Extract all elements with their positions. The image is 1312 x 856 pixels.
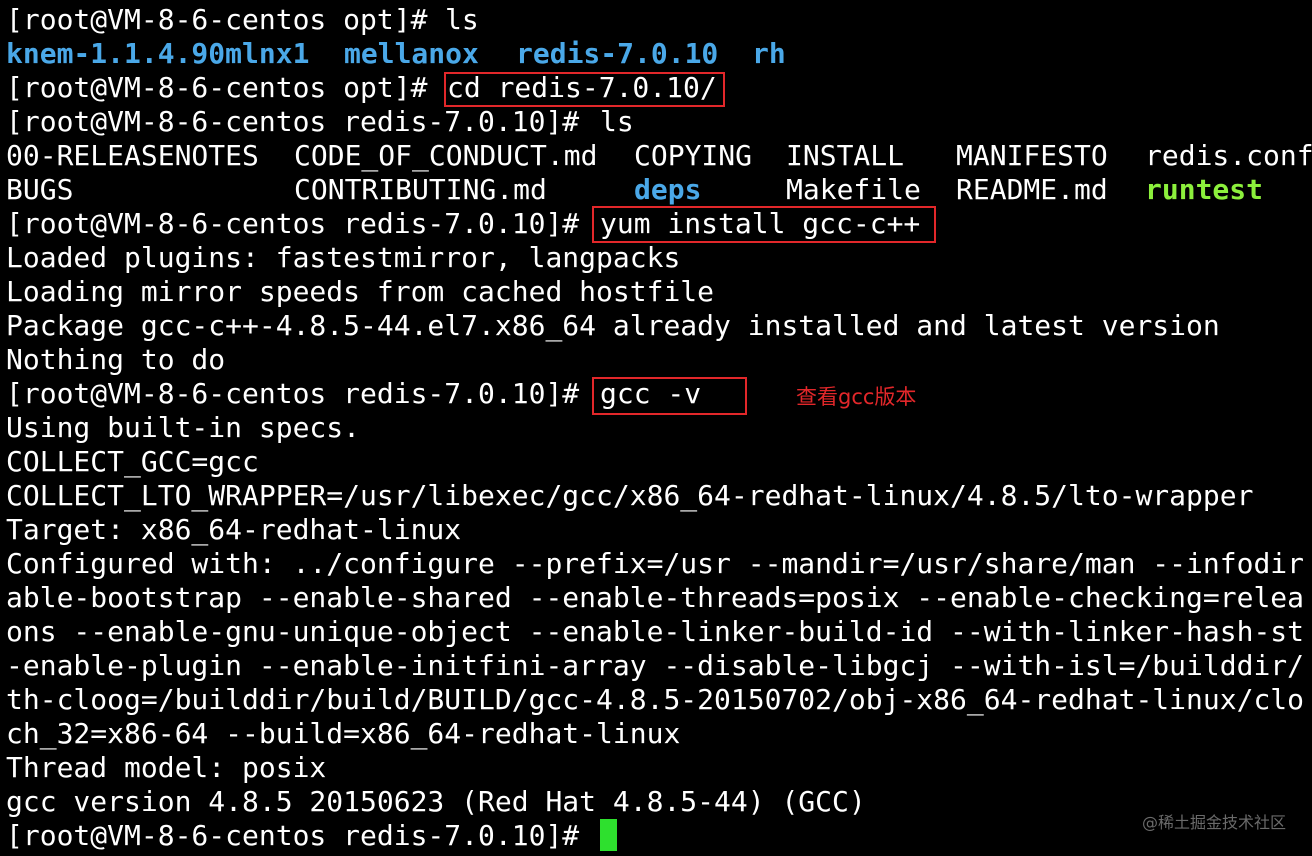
highlight-box-yum bbox=[592, 206, 936, 243]
output-line: Thread model: posix bbox=[6, 751, 327, 784]
output-line: ons --enable-gnu-unique-object --enable-… bbox=[6, 615, 1305, 648]
output-line: Package gcc-c++-4.8.5-44.el7.x86_64 alre… bbox=[6, 309, 1220, 342]
output-line: Loaded plugins: fastestmirror, langpacks bbox=[6, 241, 681, 274]
shell-prompt: [root@VM-8-6-centos redis-7.0.10]# bbox=[6, 819, 597, 852]
shell-prompt: [root@VM-8-6-centos redis-7.0.10]# bbox=[6, 105, 597, 138]
file-entry: COPYING bbox=[634, 139, 753, 172]
file-entry: Makefile bbox=[786, 173, 921, 206]
directory-entry: mellanox bbox=[344, 37, 479, 70]
output-line: ch_32=x86-64 --build=x86_64-redhat-linux bbox=[6, 717, 681, 750]
terminal-line: 00-RELEASENOTES CODE_OF_CONDUCT.md COPYI… bbox=[6, 139, 1312, 173]
directory-entry: redis-7.0.10 bbox=[516, 37, 719, 70]
terminal-line: BUGS CONTRIBUTING.md deps Makefile READM… bbox=[6, 173, 1263, 207]
terminal-line: [root@VM-8-6-centos opt]# ls bbox=[6, 3, 479, 37]
terminal-line: [root@VM-8-6-centos opt]# cd redis-7.0.1… bbox=[6, 71, 717, 105]
output-line: Using built-in specs. bbox=[6, 411, 361, 444]
shell-prompt: [root@VM-8-6-centos opt]# bbox=[6, 3, 445, 36]
file-entry: CONTRIBUTING.md bbox=[294, 173, 547, 206]
highlight-box-gcc bbox=[592, 377, 747, 415]
command-text: ls bbox=[445, 3, 479, 36]
terminal-line: [root@VM-8-6-centos redis-7.0.10]# gcc -… bbox=[6, 377, 701, 411]
output-line: Loading mirror speeds from cached hostfi… bbox=[6, 275, 715, 308]
output-line: Configured with: ../configure --prefix=/… bbox=[6, 547, 1305, 580]
shell-prompt: [root@VM-8-6-centos redis-7.0.10]# bbox=[6, 377, 597, 410]
file-entry: BUGS bbox=[6, 173, 74, 206]
text-cursor[interactable] bbox=[600, 819, 617, 851]
file-entry: README.md bbox=[956, 173, 1108, 206]
file-entry: MANIFESTO bbox=[956, 139, 1108, 172]
highlight-box-cd bbox=[444, 72, 725, 107]
output-line: gcc version 4.8.5 20150623 (Red Hat 4.8.… bbox=[6, 785, 866, 818]
shell-prompt: [root@VM-8-6-centos opt]# bbox=[6, 71, 445, 104]
terminal-line: knem-1.1.4.90mlnx1 mellanox redis-7.0.10… bbox=[6, 37, 786, 71]
file-entry: 00-RELEASENOTES bbox=[6, 139, 259, 172]
directory-entry: knem-1.1.4.90mlnx1 bbox=[6, 37, 310, 70]
output-line: COLLECT_GCC=gcc bbox=[6, 445, 259, 478]
directory-entry: deps bbox=[634, 173, 702, 206]
output-line: -enable-plugin --enable-initfini-array -… bbox=[6, 649, 1305, 682]
terminal-line: [root@VM-8-6-centos redis-7.0.10]# ls bbox=[6, 105, 634, 139]
file-entry: INSTALL bbox=[786, 139, 905, 172]
executable-entry: runtest bbox=[1145, 173, 1264, 206]
terminal-window[interactable]: [root@VM-8-6-centos opt]# ls knem-1.1.4.… bbox=[0, 0, 1312, 856]
output-line: able-bootstrap --enable-shared --enable-… bbox=[6, 581, 1305, 614]
annotation-note: 查看gcc版本 bbox=[796, 385, 917, 409]
file-entry: CODE_OF_CONDUCT.md bbox=[294, 139, 598, 172]
output-line: th-cloog=/builddir/build/BUILD/gcc-4.8.5… bbox=[6, 683, 1305, 716]
watermark: @稀土掘金技术社区 bbox=[1141, 813, 1286, 832]
shell-prompt: [root@VM-8-6-centos redis-7.0.10]# bbox=[6, 207, 597, 240]
terminal-line: [root@VM-8-6-centos redis-7.0.10]# yum i… bbox=[6, 207, 920, 241]
directory-entry: rh bbox=[752, 37, 786, 70]
output-line: COLLECT_LTO_WRAPPER=/usr/libexec/gcc/x86… bbox=[6, 479, 1254, 512]
terminal-line: [root@VM-8-6-centos redis-7.0.10]# bbox=[6, 819, 579, 853]
file-entry: redis.conf bbox=[1145, 139, 1312, 172]
output-line: Nothing to do bbox=[6, 343, 226, 376]
command-text: ls bbox=[600, 105, 634, 138]
output-line: Target: x86_64-redhat-linux bbox=[6, 513, 462, 546]
